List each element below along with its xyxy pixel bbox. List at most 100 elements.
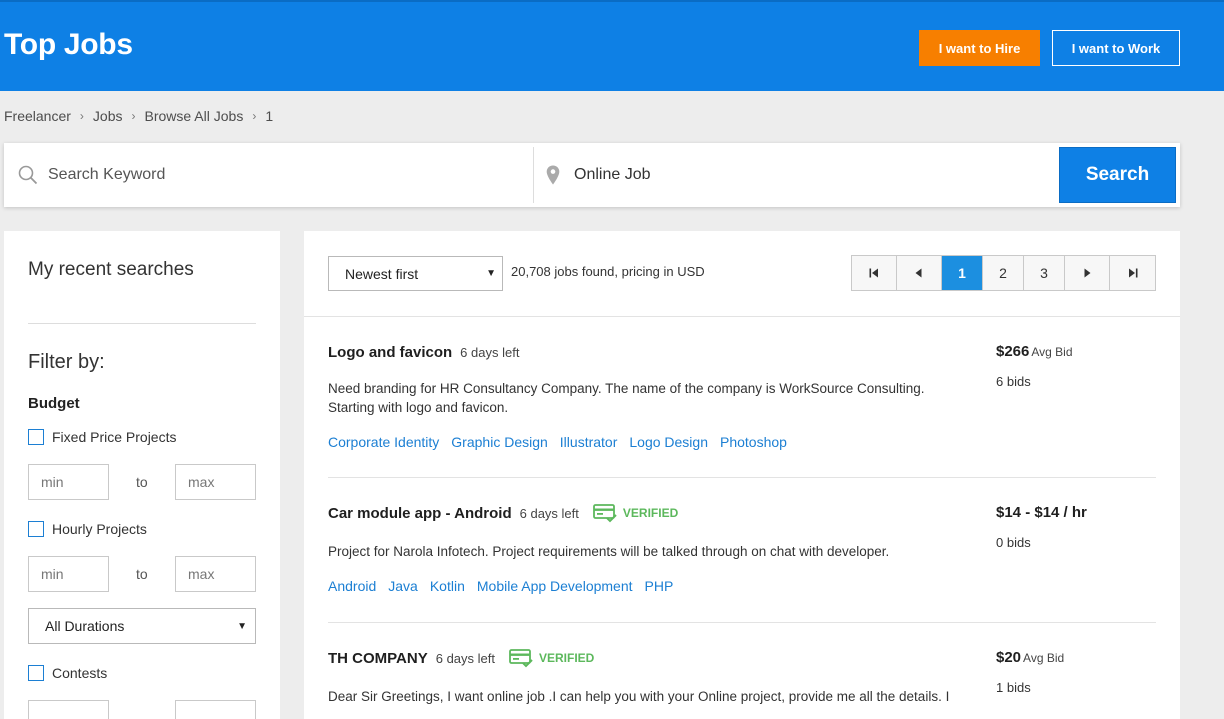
job-tag[interactable]: Logo Design xyxy=(629,434,708,450)
job-time-left: 6 days left xyxy=(435,650,495,666)
job-price: $266 Avg Bid xyxy=(996,343,1073,360)
hourly-min-input[interactable]: min xyxy=(28,556,109,592)
job-tag[interactable]: Java xyxy=(388,578,418,594)
job-description: Dear Sir Greetings, I want online job .I… xyxy=(328,689,950,704)
verified-label: VERIFIED xyxy=(622,506,679,520)
job-results-panel: Newest first ▼ 20,708 jobs found, pricin… xyxy=(304,231,1180,719)
page-title: Top Jobs xyxy=(4,28,133,61)
job-tag[interactable]: PHP xyxy=(645,578,674,594)
job-time-left: 6 days left xyxy=(460,344,520,360)
duration-select-value: All Durations xyxy=(45,618,125,634)
breadcrumb-current-page: 1 xyxy=(265,108,274,124)
hourly-to-label: to xyxy=(136,566,148,582)
contests-min-input[interactable] xyxy=(28,700,109,719)
job-tag[interactable]: Illustrator xyxy=(560,434,618,450)
fixed-price-label: Fixed Price Projects xyxy=(52,429,177,445)
job-price-value: $14 - $14 / hr xyxy=(996,504,1087,521)
fixed-price-checkbox[interactable] xyxy=(28,429,44,445)
fixed-min-input[interactable]: min xyxy=(28,464,109,500)
location-input[interactable]: Online Job xyxy=(544,143,1054,207)
job-price: $14 - $14 / hr xyxy=(996,504,1089,521)
verified-label: VERIFIED xyxy=(539,651,595,665)
verified-badge: VERIFIED xyxy=(509,648,594,668)
prev-page-button[interactable] xyxy=(897,256,942,290)
hourly-max-input[interactable]: max xyxy=(175,556,256,592)
search-input[interactable]: Search Keyword xyxy=(4,143,534,207)
dropdown-arrow-icon: ▼ xyxy=(237,620,247,632)
location-pin-icon xyxy=(546,165,560,185)
page-3-button[interactable]: 3 xyxy=(1024,256,1065,290)
job-title[interactable]: Car module app - Android xyxy=(328,505,512,522)
job-divider xyxy=(328,622,1156,623)
job-time-left: 6 days left xyxy=(519,505,579,521)
search-button[interactable]: Search xyxy=(1059,147,1176,203)
search-bar: Search Keyword Online Job Search xyxy=(4,143,1180,207)
breadcrumb-browse-all[interactable]: Browse All Jobs xyxy=(145,108,244,124)
recent-searches-title: My recent searches xyxy=(28,259,194,280)
job-divider xyxy=(328,477,1156,478)
job-tag[interactable]: Kotlin xyxy=(430,578,465,594)
job-description: Project for Narola Infotech. Project req… xyxy=(328,544,890,559)
job-title[interactable]: TH COMPANY xyxy=(328,650,428,667)
contests-checkbox[interactable] xyxy=(28,665,44,681)
breadcrumb-separator-icon: › xyxy=(79,109,84,123)
job-bids: 6 bids xyxy=(996,374,1031,389)
job-description: Need branding for HR Consultancy Company… xyxy=(328,381,925,415)
job-tags: Android Java Kotlin Mobile App Developme… xyxy=(328,578,685,594)
fixed-price-checkbox-row[interactable]: Fixed Price Projects xyxy=(28,429,176,445)
first-page-button[interactable] xyxy=(852,256,897,290)
job-bids: 1 bids xyxy=(996,680,1031,695)
hourly-label: Hourly Projects xyxy=(52,521,147,537)
job-price-value: $20 xyxy=(996,649,1022,666)
sort-select[interactable]: Newest first ▼ xyxy=(328,256,503,291)
breadcrumb-separator-icon: › xyxy=(131,109,136,123)
last-page-icon xyxy=(1128,268,1137,278)
job-tag[interactable]: Corporate Identity xyxy=(328,434,439,450)
page-2-button[interactable]: 2 xyxy=(983,256,1024,290)
breadcrumb: Freelancer › Jobs › Browse All Jobs › 1 xyxy=(4,108,273,124)
job-listing: TH COMPANY 6 days left VERIFIED Dear Sir… xyxy=(328,647,1156,719)
next-page-icon xyxy=(1084,268,1091,278)
hourly-checkbox[interactable] xyxy=(28,521,44,537)
breadcrumb-separator-icon: › xyxy=(252,109,257,123)
dropdown-arrow-icon: ▼ xyxy=(486,268,496,279)
contests-max-input[interactable] xyxy=(175,700,256,719)
job-price-suffix: Avg Bid xyxy=(1031,345,1073,359)
filter-sidebar: My recent searches Filter by: Budget Fix… xyxy=(4,231,280,719)
job-tag[interactable]: Photoshop xyxy=(720,434,787,450)
breadcrumb-jobs[interactable]: Jobs xyxy=(93,108,123,124)
search-input-placeholder: Search Keyword xyxy=(48,166,166,183)
work-button[interactable]: I want to Work xyxy=(1052,30,1180,66)
filter-title: Filter by: xyxy=(28,351,105,373)
top-header: Top Jobs I want to Hire I want to Work xyxy=(0,0,1224,91)
fixed-to-label: to xyxy=(136,474,148,490)
job-listing: Logo and favicon 6 days left Need brandi… xyxy=(328,341,1156,461)
sidebar-divider xyxy=(28,323,256,324)
page-1-button[interactable]: 1 xyxy=(942,256,983,290)
last-page-button[interactable] xyxy=(1110,256,1155,290)
sort-select-value: Newest first xyxy=(345,265,419,282)
hourly-checkbox-row[interactable]: Hourly Projects xyxy=(28,521,147,537)
job-listing: Car module app - Android 6 days left VER… xyxy=(328,502,1156,622)
hire-button[interactable]: I want to Hire xyxy=(919,30,1040,66)
breadcrumb-freelancer[interactable]: Freelancer xyxy=(4,108,71,124)
fixed-max-input[interactable]: max xyxy=(175,464,256,500)
first-page-icon xyxy=(869,268,878,278)
contests-label: Contests xyxy=(52,665,108,681)
duration-select[interactable]: All Durations ▼ xyxy=(28,608,256,644)
prev-page-icon xyxy=(915,268,922,278)
job-tag[interactable]: Mobile App Development xyxy=(477,578,633,594)
job-price-suffix: Avg Bid xyxy=(1023,651,1065,665)
job-title[interactable]: Logo and favicon xyxy=(328,344,452,361)
job-bids: 0 bids xyxy=(996,535,1031,550)
job-tag[interactable]: Graphic Design xyxy=(451,434,548,450)
verified-card-icon xyxy=(592,504,617,523)
search-divider xyxy=(533,147,534,203)
job-price: $20 Avg Bid xyxy=(996,649,1064,666)
contests-checkbox-row[interactable]: Contests xyxy=(28,665,107,681)
verified-badge: VERIFIED xyxy=(592,503,679,523)
results-divider xyxy=(304,316,1180,317)
next-page-button[interactable] xyxy=(1065,256,1110,290)
job-tag[interactable]: Android xyxy=(328,578,376,594)
pagination: 1 2 3 xyxy=(851,255,1156,291)
